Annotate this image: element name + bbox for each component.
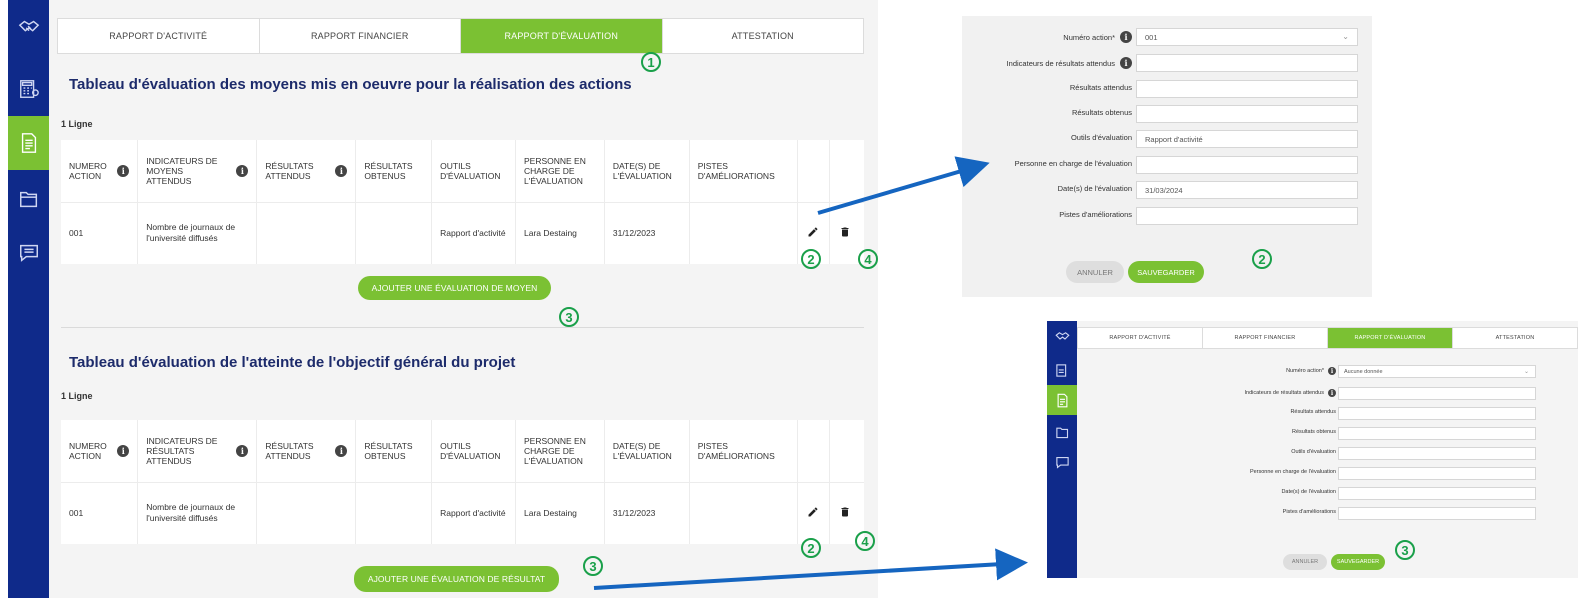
- arrow-to-add-form: [593, 548, 1028, 590]
- arrow-to-edit-form: [817, 156, 990, 215]
- annotation-arrows: [593, 156, 1028, 590]
- annotated-screenshot: RAPPORT D'ACTIVITÉ RAPPORT FINANCIER RAP…: [0, 0, 1578, 598]
